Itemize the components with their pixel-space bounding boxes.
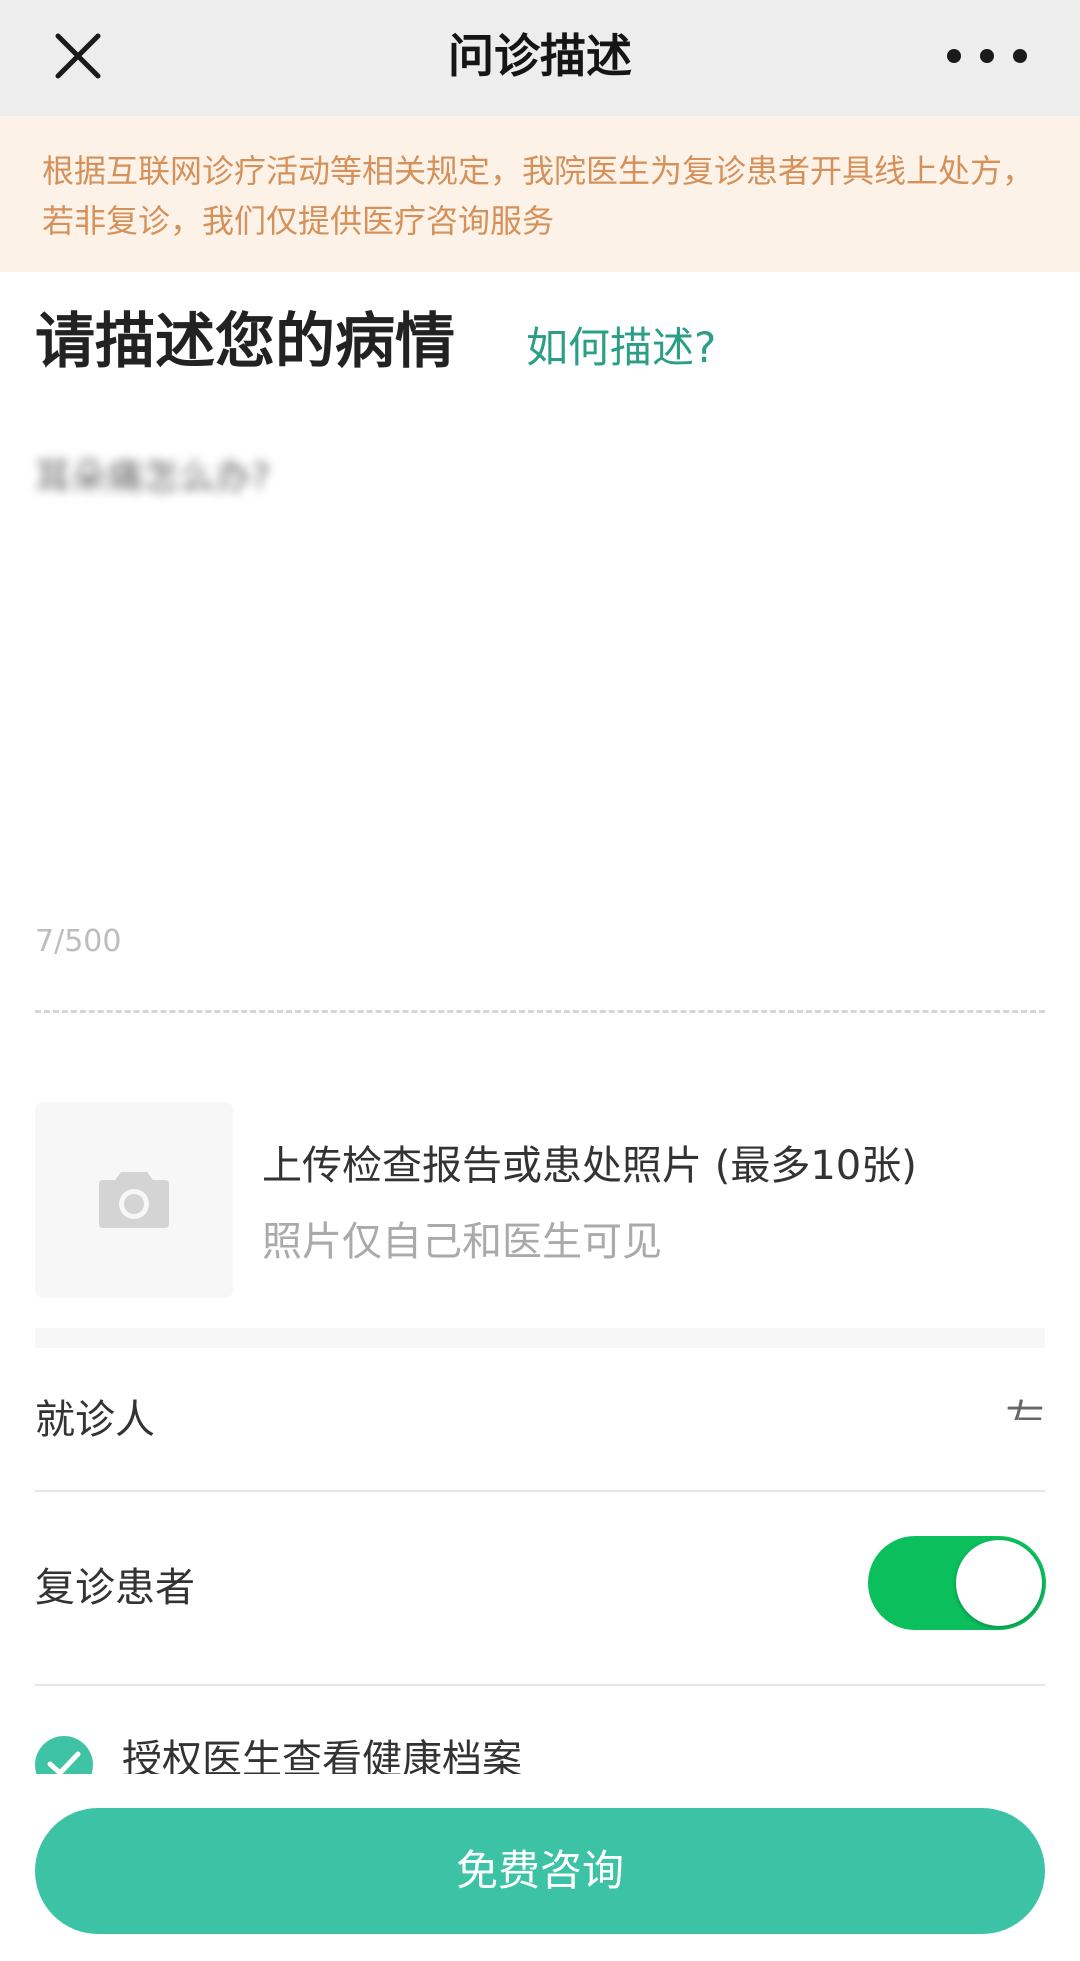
revisit-label: 复诊患者 [35,1565,195,1611]
section-gap [35,1328,1045,1348]
upload-photo-button[interactable] [35,1102,233,1298]
page-title: 问诊描述 [448,29,632,83]
revisit-toggle[interactable] [868,1536,1046,1630]
notice-banner: 根据互联网诊疗活动等相关规定，我院医生为复诊患者开具线上处方，若非复诊，我们仅提… [0,116,1080,272]
authorize-checkbox[interactable] [35,1736,93,1774]
more-icon[interactable] [944,46,1030,66]
description-heading: 请描述您的病情 [35,307,455,377]
upload-subtitle: 照片仅自己和医生可见 [262,1219,662,1265]
char-counter: 7/500 [35,924,122,959]
dashed-divider [35,1010,1045,1013]
divider [35,1490,1045,1492]
page: 问诊描述 根据互联网诊疗活动等相关规定，我院医生为复诊患者开具线上处方，若非复诊… [0,0,1080,1961]
authorize-label: 授权医生查看健康档案 [122,1737,522,1774]
divider [35,1684,1045,1686]
how-to-describe-link[interactable]: 如何描述? [526,320,716,376]
patient-value: 左 [1005,1397,1045,1420]
upload-title: 上传检查报告或患处照片 (最多10张) [262,1143,917,1189]
nav-bar: 问诊描述 [0,0,1080,116]
free-consult-button[interactable]: 免费咨询 [35,1808,1045,1934]
toggle-knob [956,1540,1042,1626]
description-value: 耳朵痛怎么办? [35,457,271,498]
check-icon [47,1751,81,1774]
camera-icon [99,1172,169,1228]
patient-label: 就诊人 [35,1397,155,1443]
authorize-row[interactable]: 授权医生查看健康档案 [0,1700,1080,1774]
notice-text: 根据互联网诊疗活动等相关规定，我院医生为复诊患者开具线上处方，若非复诊，我们仅提… [42,152,1035,240]
description-textarea[interactable]: 耳朵痛怎么办? [35,456,335,500]
